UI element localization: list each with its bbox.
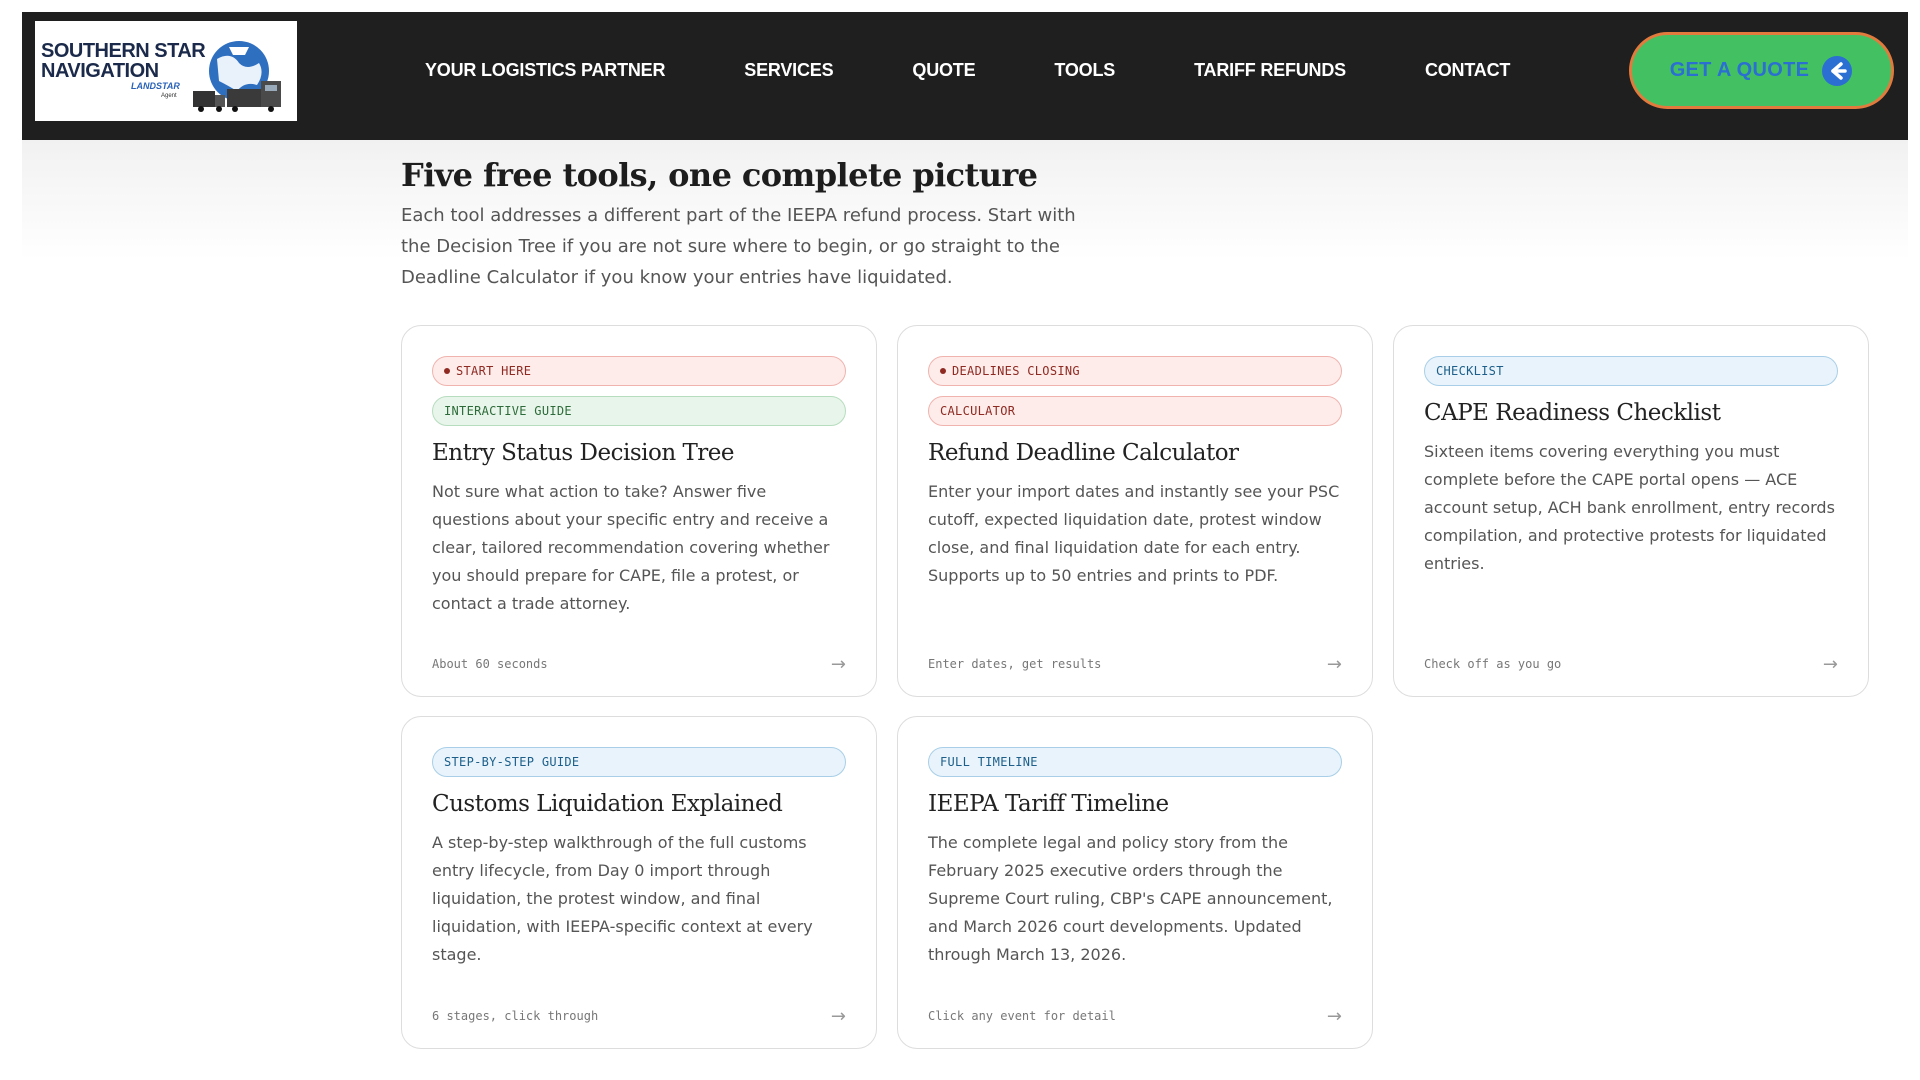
section-heading: Five free tools, one complete picture [401,156,1038,194]
card-description: Enter your import dates and instantly se… [928,482,1340,585]
card-title: Refund Deadline Calculator [928,440,1239,466]
get-a-quote-label: GET A QUOTE [1669,59,1810,81]
nav-item-tools[interactable]: TOOLS [1054,60,1115,81]
logo-subtitle: LANDSTAR [131,81,180,91]
nav-item-quote[interactable]: QUOTE [912,60,975,81]
logo-agent-label: Agent [161,93,177,99]
section-intro: Each tool addresses a different part of … [401,205,1076,288]
site-header: SOUTHERN STAR NAVIGATION LANDSTAR Agent … [22,12,1908,140]
nav-item-contact[interactable]: CONTACT [1425,60,1510,81]
arrow-right-icon[interactable]: → [831,1006,846,1027]
arrow-right-icon[interactable]: → [1823,654,1838,675]
card-description: Sixteen items covering everything you mu… [1424,442,1835,573]
nav-item-services[interactable]: SERVICES [744,60,833,81]
card-footer-label: Click any event for detail [928,1009,1116,1023]
card-description: A step-by-step walkthrough of the full c… [432,833,813,964]
card-description: Not sure what action to take? Answer fiv… [432,482,830,613]
card-title: Entry Status Decision Tree [432,440,735,466]
arrow-right-icon[interactable]: → [1327,1006,1342,1027]
card-footer: 6 stages, click through → [432,1004,846,1028]
arrow-right-icon[interactable]: → [831,654,846,675]
card-footer-label: Enter dates, get results [928,657,1102,671]
card-footer-label: About 60 seconds [432,657,548,671]
card-footer: Check off as you go → [1424,652,1838,676]
arrow-left-circle-icon [1821,55,1853,87]
badge-full-timeline: FULL TIMELINE [928,747,1342,777]
tool-card-liquidation-explained[interactable]: STEP-BY-STEP GUIDE Customs Liquidation E… [401,716,877,1049]
card-description: The complete legal and policy story from… [928,833,1333,964]
main-nav: YOUR LOGISTICS PARTNER SERVICES QUOTE TO… [425,60,1510,81]
badge-step-by-step-guide: STEP-BY-STEP GUIDE [432,747,846,777]
nav-item-logistics-partner[interactable]: YOUR LOGISTICS PARTNER [425,60,665,81]
status-dot-icon [444,368,450,374]
tool-card-tariff-timeline[interactable]: FULL TIMELINE IEEPA Tariff Timeline The … [897,716,1373,1049]
arrow-right-icon[interactable]: → [1327,654,1342,675]
tool-card-decision-tree[interactable]: START HERE INTERACTIVE GUIDE Entry Statu… [401,325,877,697]
badge-calculator: CALCULATOR [928,396,1342,426]
badge-start-here: START HERE [432,356,846,386]
globe-truck-icon [193,41,281,112]
get-a-quote-button[interactable]: GET A QUOTE [1629,32,1894,109]
logo-wordmark: SOUTHERN STAR NAVIGATION [41,40,206,82]
card-footer-label: Check off as you go [1424,657,1562,671]
card-footer: Enter dates, get results → [928,652,1342,676]
card-title: IEEPA Tariff Timeline [928,791,1169,817]
status-dot-icon [940,368,946,374]
badge-checklist: CHECKLIST [1424,356,1838,386]
tool-card-deadline-calculator[interactable]: DEADLINES CLOSING CALCULATOR Refund Dead… [897,325,1373,697]
company-logo[interactable]: SOUTHERN STAR NAVIGATION LANDSTAR Agent [35,21,297,121]
card-footer-label: 6 stages, click through [432,1009,599,1023]
badge-interactive-guide: INTERACTIVE GUIDE [432,396,846,426]
nav-item-tariff-refunds[interactable]: TARIFF REFUNDS [1194,60,1346,81]
badge-deadlines-closing: DEADLINES CLOSING [928,356,1342,386]
tool-card-cape-checklist[interactable]: CHECKLIST CAPE Readiness Checklist Sixte… [1393,325,1869,697]
card-footer: About 60 seconds → [432,652,846,676]
card-title: Customs Liquidation Explained [432,791,783,817]
card-title: CAPE Readiness Checklist [1424,400,1721,426]
card-footer: Click any event for detail → [928,1004,1342,1028]
